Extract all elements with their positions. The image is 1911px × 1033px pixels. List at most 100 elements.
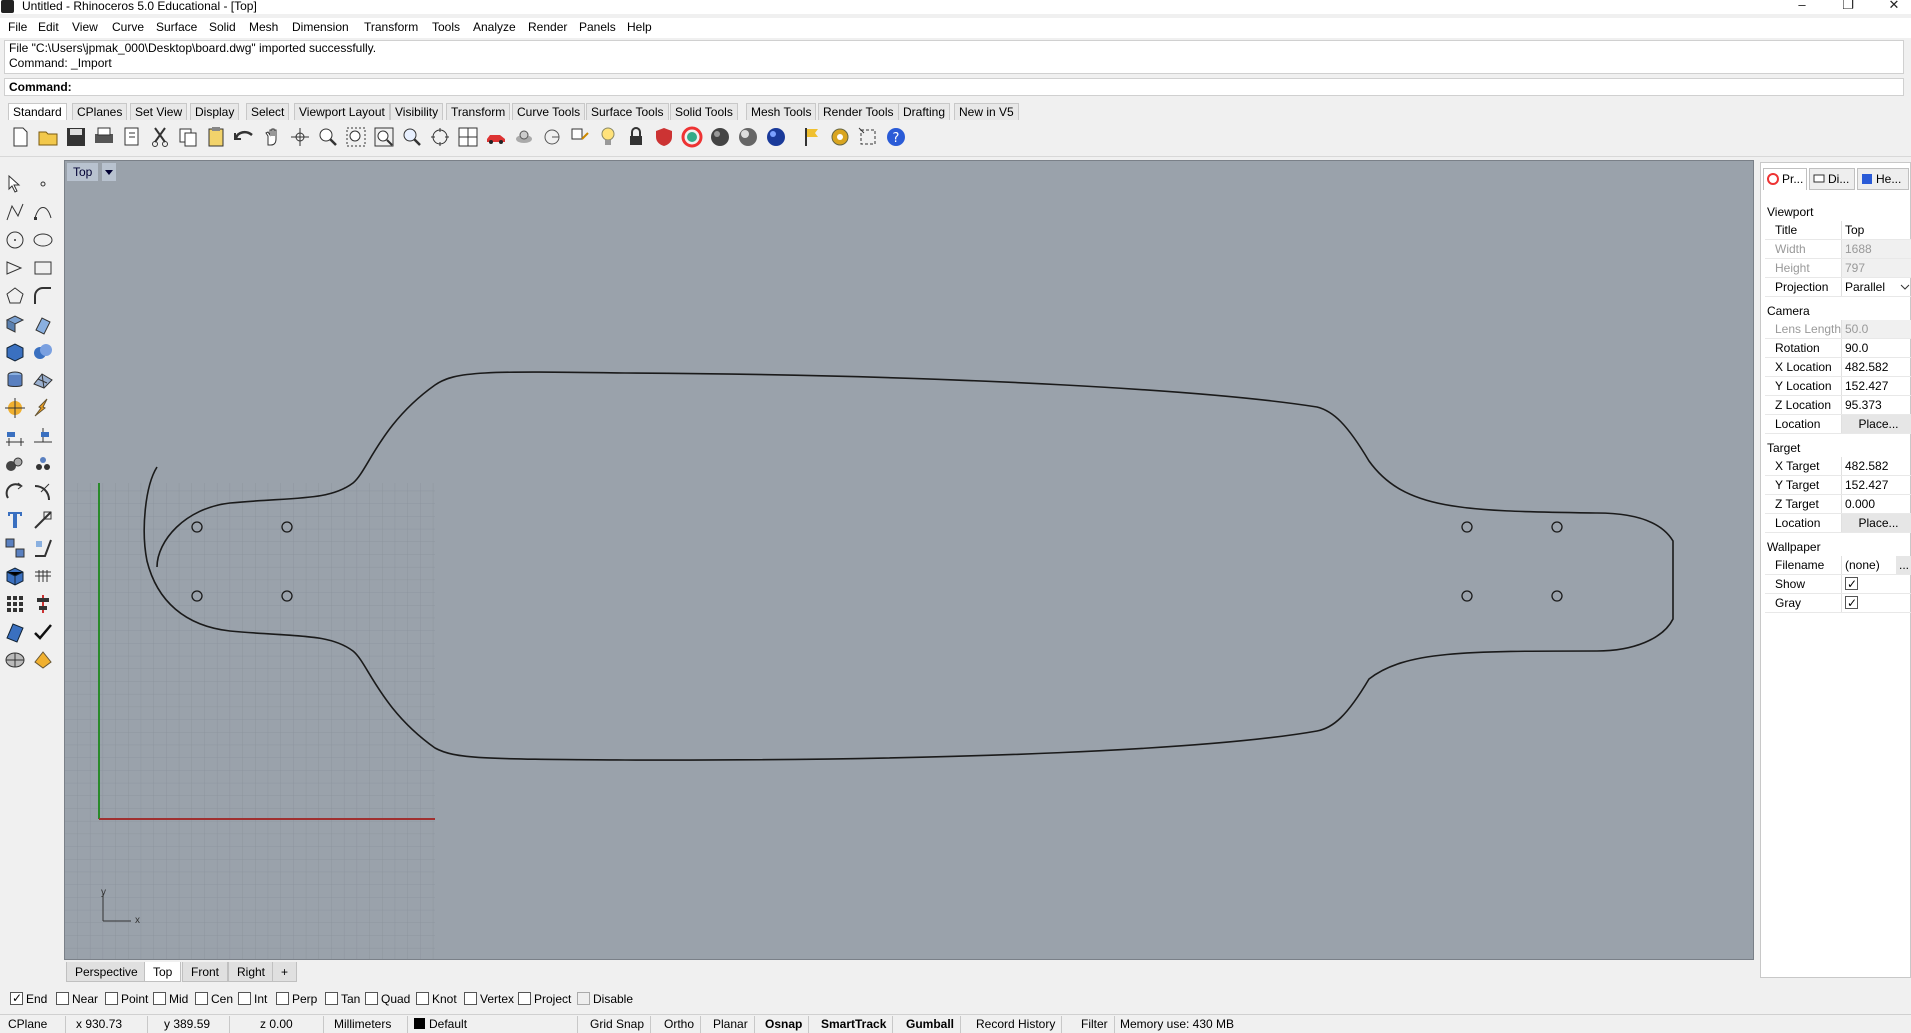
text-icon[interactable] xyxy=(3,508,27,532)
menu-panels[interactable]: Panels xyxy=(579,20,616,34)
show-checkbox[interactable] xyxy=(1845,575,1858,593)
tab-new-in-v5[interactable]: New in V5 xyxy=(954,103,1019,120)
object-snap-icon[interactable] xyxy=(568,125,592,149)
tab-mesh-tools[interactable]: Mesh Tools xyxy=(746,103,817,120)
prop-z-target[interactable]: Z Target 0.000 xyxy=(1765,495,1911,514)
tab-properties[interactable]: Pr... xyxy=(1763,168,1807,190)
box-icon[interactable] xyxy=(3,340,27,364)
prop-value[interactable]: Top xyxy=(1841,221,1911,239)
osnap-near[interactable]: Near xyxy=(56,991,98,1007)
copy-icon[interactable] xyxy=(176,125,200,149)
osnap-project[interactable]: Project xyxy=(518,991,571,1007)
close-button[interactable]: ✕ xyxy=(1879,0,1909,12)
rotate-icon[interactable] xyxy=(3,480,27,504)
arc-icon[interactable] xyxy=(3,256,27,280)
explode-icon[interactable] xyxy=(31,536,55,560)
menu-render[interactable]: Render xyxy=(528,20,567,34)
split-icon[interactable] xyxy=(31,508,55,532)
circle-icon[interactable] xyxy=(540,125,564,149)
car-icon[interactable] xyxy=(484,125,508,149)
pan-icon[interactable] xyxy=(260,125,284,149)
menu-help[interactable]: Help xyxy=(627,20,652,34)
light-icon[interactable] xyxy=(596,125,620,149)
circle-tool-icon[interactable] xyxy=(3,228,27,252)
zoom-icon[interactable] xyxy=(400,125,424,149)
prop-value[interactable]: 482.582 xyxy=(1841,358,1911,376)
color-wheel-icon[interactable] xyxy=(680,125,704,149)
menu-analyze[interactable]: Analyze xyxy=(473,20,516,34)
new-icon[interactable] xyxy=(8,125,32,149)
tab-viewport-layout[interactable]: Viewport Layout xyxy=(294,103,390,120)
tab-select[interactable]: Select xyxy=(246,103,290,120)
trim-icon[interactable] xyxy=(31,480,55,504)
check-icon[interactable] xyxy=(31,620,55,644)
menu-edit[interactable]: Edit xyxy=(38,20,59,34)
projection-select[interactable]: Parallel xyxy=(1841,278,1911,296)
ortho-toggle[interactable]: Ortho xyxy=(658,1016,702,1033)
save-icon[interactable] xyxy=(64,125,88,149)
menu-surface[interactable]: Surface xyxy=(156,20,197,34)
blue-sphere-icon[interactable] xyxy=(764,125,788,149)
zoom-all-icon[interactable] xyxy=(428,125,452,149)
osnap-quad[interactable]: Quad xyxy=(365,991,410,1007)
truck-hole[interactable] xyxy=(1551,521,1563,533)
checkbox[interactable] xyxy=(365,992,378,1005)
gray-checkbox[interactable] xyxy=(1845,594,1858,612)
truck-hole[interactable] xyxy=(1551,590,1563,602)
leader-icon[interactable] xyxy=(31,424,55,448)
prop-value[interactable]: 95.373 xyxy=(1841,396,1911,414)
osnap-mid[interactable]: Mid xyxy=(153,991,188,1007)
tab-display[interactable]: Display xyxy=(190,103,240,120)
checkbox[interactable] xyxy=(56,992,69,1005)
polyline-icon[interactable] xyxy=(3,200,27,224)
align-icon[interactable] xyxy=(31,592,55,616)
grid-snap-toggle[interactable]: Grid Snap xyxy=(584,1016,652,1033)
checkbox[interactable] xyxy=(195,992,208,1005)
mesh-sphere-icon[interactable] xyxy=(3,648,27,672)
osnap-vertex[interactable]: Vertex xyxy=(464,991,514,1007)
viewport-title[interactable]: Top xyxy=(67,163,99,181)
truck-hole[interactable] xyxy=(281,590,293,602)
tab-set-view[interactable]: Set View xyxy=(130,103,188,120)
truck-hole[interactable] xyxy=(191,521,203,533)
zoom-extents-icon[interactable] xyxy=(344,125,368,149)
osnap-perp[interactable]: Perp xyxy=(276,991,317,1007)
cylinder-icon[interactable] xyxy=(3,368,27,392)
menu-solid[interactable]: Solid xyxy=(209,20,236,34)
open-icon[interactable] xyxy=(36,125,60,149)
render-spark-icon[interactable] xyxy=(31,396,55,420)
solid-box-icon[interactable] xyxy=(3,564,27,588)
gumball-icon[interactable] xyxy=(512,125,536,149)
print-icon[interactable] xyxy=(92,125,116,149)
prop-rotation[interactable]: Rotation 90.0 xyxy=(1765,339,1911,358)
prop-y-target[interactable]: Y Target 152.427 xyxy=(1765,476,1911,495)
minimize-button[interactable]: – xyxy=(1787,0,1817,12)
prop-y-location[interactable]: Y Location 152.427 xyxy=(1765,377,1911,396)
tab-right[interactable]: Right xyxy=(228,962,275,982)
filter-toggle[interactable]: Filter xyxy=(1075,1016,1115,1033)
grid-snap-icon[interactable] xyxy=(31,564,55,588)
group-icon[interactable] xyxy=(3,536,27,560)
rectangle-icon[interactable] xyxy=(31,256,55,280)
tab-curve-tools[interactable]: Curve Tools xyxy=(512,103,586,120)
add-viewport-tab[interactable]: + xyxy=(272,962,298,982)
cplane-status[interactable]: CPlane xyxy=(2,1016,66,1033)
tab-display[interactable]: Di... xyxy=(1809,168,1855,190)
tab-help[interactable]: He... xyxy=(1857,168,1909,190)
tab-standard[interactable]: Standard xyxy=(8,103,67,120)
array-grid-icon[interactable] xyxy=(3,592,27,616)
checkbox[interactable] xyxy=(518,992,531,1005)
osnap-point[interactable]: Point xyxy=(105,991,148,1007)
flag-icon[interactable] xyxy=(800,125,824,149)
curve-cp-icon[interactable] xyxy=(31,200,55,224)
tab-render-tools[interactable]: Render Tools xyxy=(818,103,899,120)
rotate-view-icon[interactable] xyxy=(288,125,312,149)
undo-icon[interactable] xyxy=(232,125,256,149)
prop-projection[interactable]: Projection Parallel xyxy=(1765,278,1911,297)
tab-cplanes[interactable]: CPlanes xyxy=(72,103,128,120)
zoom-window-icon[interactable] xyxy=(316,125,340,149)
menu-view[interactable]: View xyxy=(72,20,98,34)
checkbox[interactable] xyxy=(238,992,251,1005)
rendered-sphere-icon[interactable] xyxy=(736,125,760,149)
layer-status[interactable]: Default xyxy=(408,1016,578,1033)
